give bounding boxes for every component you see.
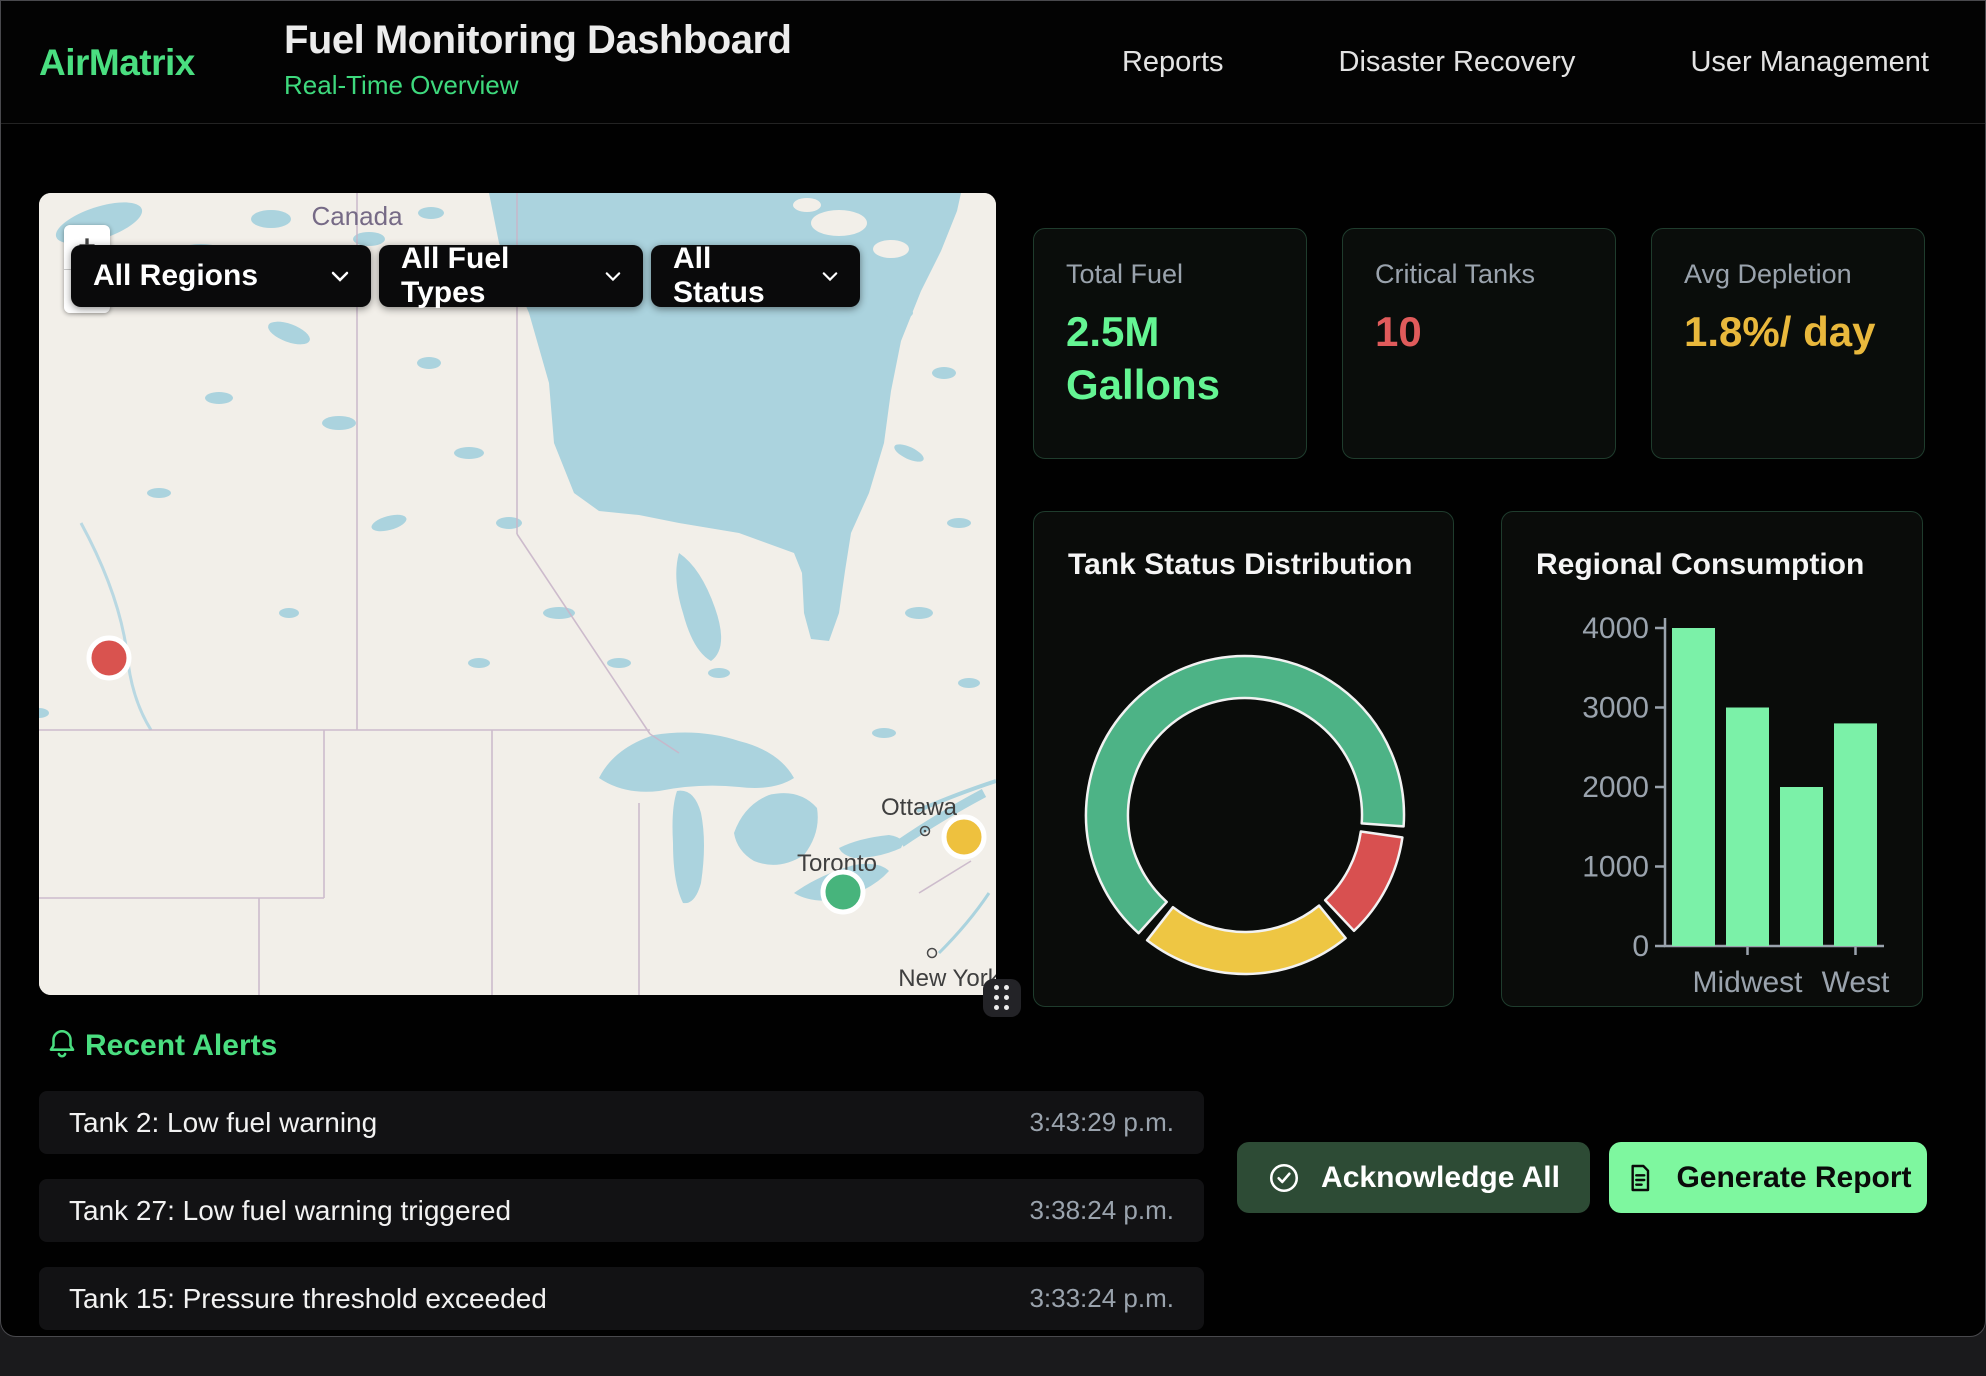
status-filter-value: All Status <box>673 242 796 310</box>
tank-status-card: Tank Status Distribution <box>1033 511 1454 1007</box>
check-circle-icon <box>1267 1161 1301 1195</box>
page-subtitle: Real-Time Overview <box>284 70 791 101</box>
alert-time: 3:43:29 p.m. <box>1029 1107 1174 1138</box>
title-block: Fuel Monitoring Dashboard Real-Time Over… <box>284 18 791 101</box>
critical-tank-marker[interactable] <box>89 638 129 678</box>
region-filter-value: All Regions <box>93 259 258 293</box>
alert-text: Tank 15: Pressure threshold exceeded <box>69 1283 547 1315</box>
ottawa-city-dot-core <box>924 830 927 833</box>
total-fuel-label: Total Fuel <box>1066 259 1274 290</box>
label-canada: Canada <box>311 201 403 231</box>
top-bar: AirMatrix Fuel Monitoring Dashboard Real… <box>1 1 1985 124</box>
chevron-down-icon <box>331 271 349 282</box>
generate-report-button[interactable]: Generate Report <box>1609 1142 1927 1213</box>
avg-depletion-label: Avg Depletion <box>1684 259 1892 290</box>
map-resize-handle[interactable] <box>983 979 1021 1017</box>
critical-tanks-label: Critical Tanks <box>1375 259 1583 290</box>
fuel-map[interactable]: Canada Ottawa Toronto New York + − All R… <box>39 193 996 995</box>
critical-tanks-value: 10 <box>1375 306 1575 359</box>
total-fuel-value: 2.5M Gallons <box>1066 306 1266 411</box>
total-fuel-card: Total Fuel 2.5M Gallons <box>1033 228 1307 459</box>
fuel-type-filter-value: All Fuel Types <box>401 242 579 310</box>
status-filter-select[interactable]: All Status <box>651 245 860 307</box>
avg-depletion-card: Avg Depletion 1.8%/ day <box>1651 228 1925 459</box>
nav-user-management[interactable]: User Management <box>1690 46 1929 79</box>
svg-text:4000: 4000 <box>1582 612 1649 645</box>
critical-tanks-card: Critical Tanks 10 <box>1342 228 1616 459</box>
normal-tank-marker[interactable] <box>823 872 863 912</box>
avg-depletion-value: 1.8%/ day <box>1684 306 1884 359</box>
main-nav: Reports Disaster Recovery User Managemen… <box>1122 1 1929 124</box>
svg-text:1000: 1000 <box>1582 851 1649 884</box>
svg-text:Midwest: Midwest <box>1692 966 1803 999</box>
regional-consumption-card: Regional Consumption 01000200030004000Mi… <box>1501 511 1923 1007</box>
chevron-down-icon <box>822 271 838 282</box>
report-document-icon <box>1624 1162 1656 1194</box>
alert-row[interactable]: Tank 2: Low fuel warning 3:43:29 p.m. <box>39 1091 1204 1154</box>
acknowledge-all-label: Acknowledge All <box>1321 1161 1560 1195</box>
island <box>873 240 909 258</box>
svg-text:0: 0 <box>1632 930 1649 963</box>
alert-row[interactable]: Tank 27: Low fuel warning triggered 3:38… <box>39 1179 1204 1242</box>
island <box>811 210 867 236</box>
bell-icon <box>45 1027 79 1061</box>
nav-reports[interactable]: Reports <box>1122 46 1224 79</box>
island <box>793 198 821 212</box>
page-title: Fuel Monitoring Dashboard <box>284 18 791 63</box>
map-filters: All Regions All Fuel Types All Status <box>71 245 860 307</box>
tank-status-donut-chart <box>1034 512 1454 1007</box>
region-filter-select[interactable]: All Regions <box>71 245 371 307</box>
alert-text: Tank 2: Low fuel warning <box>69 1107 377 1139</box>
alert-text: Tank 27: Low fuel warning triggered <box>69 1195 511 1227</box>
svg-text:West: West <box>1822 966 1890 999</box>
brand-logo: AirMatrix <box>39 1 195 124</box>
alert-row[interactable]: Tank 15: Pressure threshold exceeded 3:3… <box>39 1267 1204 1330</box>
svg-text:3000: 3000 <box>1582 692 1649 725</box>
warning-tank-marker[interactable] <box>944 817 984 857</box>
label-newyork: New York <box>898 965 996 992</box>
chevron-down-icon <box>605 271 621 282</box>
svg-text:2000: 2000 <box>1582 771 1649 804</box>
label-ottawa: Ottawa <box>881 794 958 821</box>
alert-time: 3:33:24 p.m. <box>1029 1283 1174 1314</box>
regional-consumption-bar-chart: 0 1000 2000 3000 4000 Midwest West <box>1502 512 1923 1007</box>
recent-alerts-title: Recent Alerts <box>85 1029 277 1063</box>
acknowledge-all-button[interactable]: Acknowledge All <box>1237 1142 1590 1213</box>
fuel-type-filter-select[interactable]: All Fuel Types <box>379 245 643 307</box>
alert-time: 3:38:24 p.m. <box>1029 1195 1174 1226</box>
map-canvas: Canada Ottawa Toronto New York <box>39 193 996 995</box>
dashboard-window: AirMatrix Fuel Monitoring Dashboard Real… <box>0 0 1986 1337</box>
nav-disaster-recovery[interactable]: Disaster Recovery <box>1339 46 1576 79</box>
generate-report-label: Generate Report <box>1676 1161 1911 1195</box>
